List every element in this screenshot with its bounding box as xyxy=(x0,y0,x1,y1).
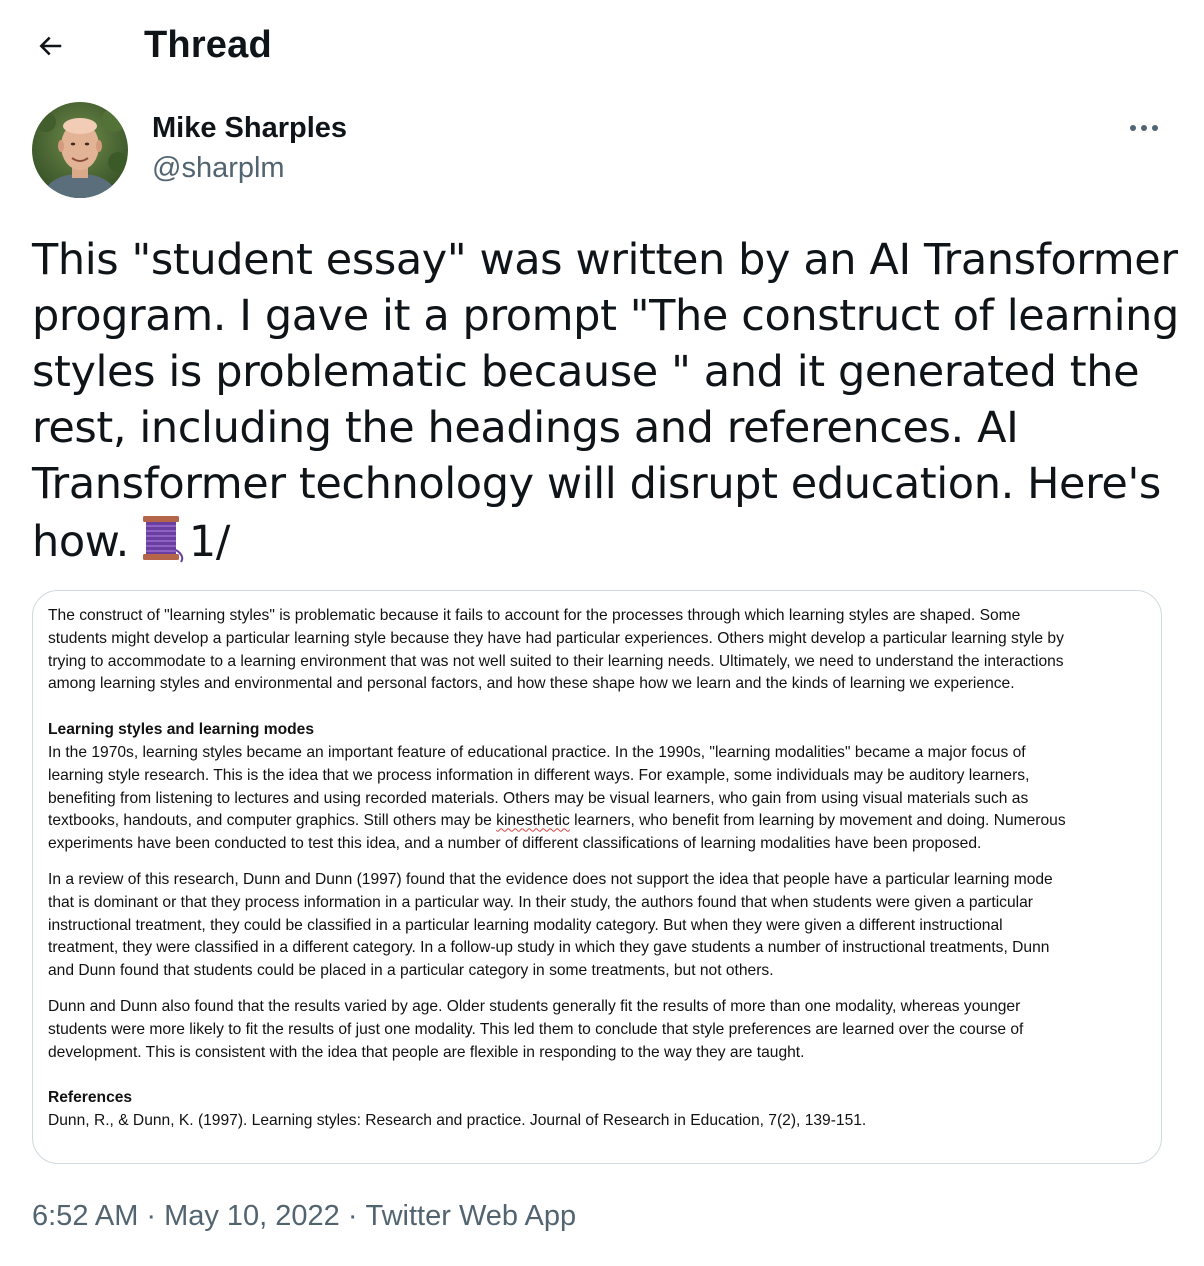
essay-text: learners, who benefit from learning by m… xyxy=(569,812,1066,830)
essay-line: benefiting from listening to lectures an… xyxy=(48,789,1029,807)
essay-line: among learning styles and environmental … xyxy=(48,675,1015,693)
separator: · xyxy=(146,1200,157,1232)
tweet-text-line: Transformer technology will disrupt educ… xyxy=(32,459,1161,509)
essay-line: that is dominant or that they process in… xyxy=(48,893,1033,911)
essay-line: trying to accommodate to a learning envi… xyxy=(48,652,1064,670)
tweet-author-row: Mike Sharples @sharplm xyxy=(0,96,1204,206)
author-handle[interactable]: @sharplm xyxy=(152,150,285,186)
misspelled-word: kinesthetic xyxy=(496,812,570,830)
thread-header: Thread xyxy=(0,0,1204,90)
more-horizontal-icon xyxy=(1152,125,1158,131)
tweet-media-image[interactable]: The construct of "learning styles" is pr… xyxy=(32,590,1162,1164)
thread-spool-icon xyxy=(142,516,184,563)
tweet-text-line: rest, including the headings and referen… xyxy=(32,403,1019,453)
tweet-text-line: styles is problematic because " and it g… xyxy=(32,347,1140,397)
essay-line: In a review of this research, Dunn and D… xyxy=(48,870,1053,888)
separator: · xyxy=(347,1200,358,1232)
page-title: Thread xyxy=(144,24,272,66)
tweet-text-line-last: how. 1/ xyxy=(32,512,1172,570)
essay-line: Dunn and Dunn also found that the result… xyxy=(48,997,1021,1015)
tweet-time-link[interactable]: 6:52 AM xyxy=(32,1200,138,1232)
essay-references-heading: References xyxy=(48,1089,133,1107)
essay-document: The construct of "learning styles" is pr… xyxy=(48,605,1152,1133)
essay-line: experiments have been conducted to test … xyxy=(48,835,982,853)
essay-line: The construct of "learning styles" is pr… xyxy=(48,607,1021,624)
arrow-left-icon xyxy=(39,36,62,56)
profile-photo xyxy=(32,102,128,198)
essay-section-heading: Learning styles and learning modes xyxy=(48,721,315,739)
tweet-source-link[interactable]: Twitter Web App xyxy=(365,1200,576,1232)
tweet-text-last-suffix: 1/ xyxy=(188,517,230,567)
more-button[interactable] xyxy=(1120,112,1168,144)
essay-line: learning style research. This is the ide… xyxy=(48,766,1030,784)
essay-reference: Dunn, R., & Dunn, K. (1997). Learning st… xyxy=(48,1112,867,1130)
essay-line: textbooks, handouts, and computer graphi… xyxy=(48,810,1152,833)
more-horizontal-icon xyxy=(1141,125,1147,131)
essay-line: and Dunn found that students could be pl… xyxy=(48,962,774,980)
tweet-date-link[interactable]: May 10, 2022 xyxy=(164,1200,340,1232)
tweet-metadata: 6:52 AM · May 10, 2022 · Twitter Web App xyxy=(32,1196,576,1236)
more-horizontal-icon xyxy=(1130,125,1136,131)
avatar[interactable] xyxy=(32,102,128,198)
tweet-text-last-prefix: how. xyxy=(32,517,129,567)
back-button[interactable] xyxy=(28,24,72,68)
essay-line: students were more likely to fit the res… xyxy=(48,1020,1024,1038)
essay-text: textbooks, handouts, and computer graphi… xyxy=(48,812,497,830)
tweet-text-line: This "student essay" was written by an A… xyxy=(32,235,1178,285)
author-name[interactable]: Mike Sharples xyxy=(152,110,347,146)
tweet-text: This "student essay" was written by an A… xyxy=(32,232,1179,570)
tweet-text-line: program. I gave it a prompt "The constru… xyxy=(32,291,1179,341)
essay-line: instructional treatment, they could be c… xyxy=(48,916,1003,934)
essay-line: In the 1970s, learning styles became an … xyxy=(48,743,1026,761)
essay-line: development. This is consistent with the… xyxy=(48,1043,805,1061)
essay-line: students might develop a particular lear… xyxy=(48,629,1064,647)
essay-line: treatment, they were classified in a dif… xyxy=(48,939,1050,957)
